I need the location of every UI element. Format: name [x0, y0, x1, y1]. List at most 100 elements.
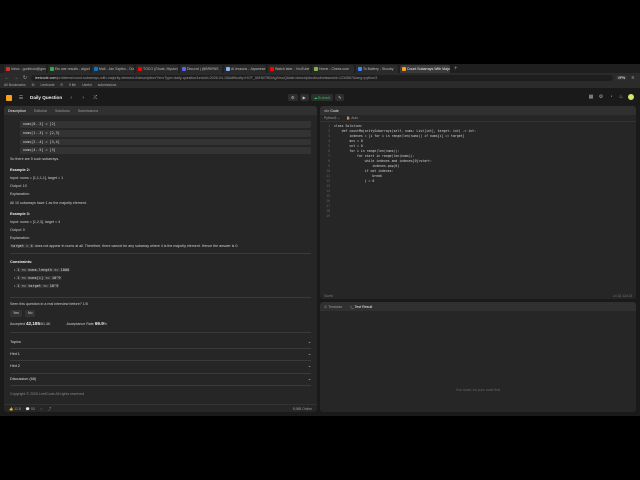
online-count: 8,988 Online — [292, 406, 312, 411]
bookmark-item[interactable]: M — [32, 83, 35, 87]
line-number: 15 — [326, 194, 330, 198]
example2-output: Output: 10 — [10, 184, 27, 189]
result-panel: ☑ Testcase ›_ Test Result You must run y… — [320, 302, 636, 412]
next-problem-icon[interactable]: › — [80, 95, 86, 101]
code-line: class Solution: — [334, 124, 363, 128]
tab-code[interactable]: </> Code — [324, 109, 339, 113]
accepted-label: Accepted — [10, 322, 25, 327]
browser-tab[interactable]: Etc war results - algorithm_p — [48, 64, 90, 73]
tab-label: Home - Chess.com — [319, 66, 349, 71]
browser-tab[interactable]: Discord | @BRIRNS — [180, 64, 222, 73]
tab-submissions[interactable]: Submissions — [78, 109, 98, 113]
code-tab-label: Code — [330, 108, 339, 113]
browser-tab[interactable]: TOCO (Ghost, Mysion) - YouTube — [136, 64, 178, 73]
tab-label: Mail - Jan Szptko - Outlook — [99, 66, 134, 71]
star-icon[interactable]: ☆ — [40, 407, 43, 411]
no-button[interactable]: No — [24, 310, 36, 318]
accordion-topics[interactable]: Topics ⌄ — [10, 337, 311, 350]
copyright: Copyright © 2026 LeetCode All rights res… — [10, 392, 85, 397]
left-tabs: Description Editorial Solutions Submissi… — [4, 106, 317, 115]
tab-editorial[interactable]: Editorial — [34, 109, 47, 113]
reload-icon[interactable]: ↻ — [22, 75, 28, 81]
browser-tab[interactable]: Home - Chess.com — [312, 64, 354, 73]
code-editor[interactable]: 1 class Solution: 2 def countMajoritySubar… — [320, 122, 636, 218]
subarray-line: nums[4..5] = [3] — [20, 147, 311, 155]
tab-description[interactable]: Description — [8, 109, 26, 113]
prev-problem-icon[interactable]: ‹ — [68, 95, 74, 101]
streak-icon[interactable]: ♨ — [618, 94, 624, 100]
language-label: Python3 — [324, 116, 337, 120]
leetcode-logo-icon[interactable] — [6, 94, 12, 101]
back-icon[interactable]: ← — [4, 75, 10, 81]
code-line: for i in range(len(nums)): — [334, 149, 400, 153]
tab-label: Watch later - YouTube — [275, 66, 310, 71]
constraints-heading: Constraints: — [10, 259, 33, 264]
tab-label: Discord | @BRIRNS — [187, 66, 219, 71]
run-button[interactable]: ▶ — [299, 94, 309, 101]
rate-value: 69.9 — [94, 321, 104, 327]
browser-tab[interactable]: AI lessons - Japanese Vocabul — [224, 64, 266, 73]
shuffle-icon[interactable]: ⤮ — [92, 95, 98, 101]
browser-tab[interactable]: Mail - Jan Szptko - Outlook — [92, 64, 134, 73]
debug-button[interactable]: ⚙ — [288, 94, 298, 101]
description-panel: Description Editorial Solutions Submissi… — [4, 106, 317, 412]
bookmark-item[interactable]: Useful — [82, 83, 92, 87]
submit-button[interactable]: ☁ Submit — [310, 94, 334, 101]
forward-icon[interactable]: → — [13, 75, 19, 81]
divider — [10, 297, 311, 299]
code-line: cnt = 0 — [334, 144, 363, 148]
leetcode-navbar: ☰ Daily Question ‹ › ⤮ ⚙ ▶ ☁ Submit ✎ ▦ … — [0, 91, 640, 104]
share-icon[interactable]: ⤴ — [48, 406, 51, 411]
bookmarks-bar: All Bookmarks M Leetcode R 9 life Useful submi… — [0, 82, 640, 88]
auto-toggle[interactable]: 🔒 Auto — [346, 116, 358, 120]
tab-test-result[interactable]: ›_ Test Result — [350, 305, 372, 309]
tab-solutions[interactable]: Solutions — [55, 109, 70, 113]
problem-list-icon[interactable]: ☰ — [18, 95, 24, 101]
code-footer: Saved Ln 14, Col 13 — [320, 292, 636, 299]
language-select[interactable]: Python3 ⌄ — [324, 116, 340, 120]
notifications-icon[interactable]: ◔ — [608, 94, 614, 100]
notes-button[interactable]: ✎ — [335, 94, 345, 101]
chevron-down-icon: ⌄ — [307, 352, 311, 357]
nav-title[interactable]: Daily Question — [30, 95, 62, 100]
settings-icon[interactable]: ⚙ — [598, 94, 604, 100]
accordion-discussion[interactable]: Discussion (68) ⌄ — [10, 374, 311, 387]
new-tab-icon[interactable]: + — [454, 66, 458, 72]
menu-icon[interactable]: ≡ — [630, 75, 636, 81]
like-button[interactable]: 👍 12.8 — [9, 407, 21, 411]
favicon-icon — [138, 66, 142, 71]
bookmark-item[interactable]: submissions — [98, 83, 117, 87]
browser-tab[interactable]: To Battery - Skooby — [356, 64, 398, 73]
divider — [10, 331, 311, 333]
yes-button[interactable]: Yes — [10, 310, 22, 318]
rate-unit: % — [103, 322, 107, 327]
constraint-text: 1 <= target <= 10^9 — [16, 284, 60, 289]
browser-tab[interactable]: Inbox - gunkhosl@gmail.com — [4, 64, 46, 73]
line-number: 5 — [328, 144, 330, 148]
chevron-down-icon: ⌄ — [307, 364, 311, 369]
vpn-badge[interactable]: VPN — [615, 75, 627, 80]
example2-explanation-label: Explanation: — [10, 192, 30, 197]
bookmark-item[interactable]: 9 life — [69, 83, 76, 87]
bookmark-item[interactable]: All Bookmarks — [4, 83, 26, 87]
result-message: You must run your code first — [455, 388, 501, 392]
accordion-hint-1[interactable]: Hint 1 ⌄ — [10, 349, 311, 362]
code-panel: </> Code Python3 ⌄ 🔒 Auto 1 class Solutio… — [320, 106, 636, 299]
line-number: 16 — [326, 199, 330, 203]
comments-button[interactable]: 💬 53 — [26, 407, 35, 411]
tab-testcase[interactable]: ☑ Testcase — [324, 305, 342, 309]
url-input[interactable]: leetcode.com /problems/count-subarrays-w… — [31, 74, 613, 81]
example3-heading: Example 3: — [10, 211, 31, 216]
layout-icon[interactable]: ▦ — [588, 94, 594, 100]
avatar[interactable] — [628, 94, 634, 100]
browser-tab[interactable]: Watch later - YouTube — [268, 64, 310, 73]
accordion-label: Hint 1 — [10, 352, 20, 357]
accordion-hint-2[interactable]: Hint 2 ⌄ — [10, 361, 311, 374]
browser-window: Inbox - gunkhosl@gmail.com Etc war result… — [0, 64, 640, 416]
favicon-icon — [402, 66, 406, 71]
accepted-value: 42,185 — [25, 321, 41, 327]
line-number: 12 — [326, 179, 330, 183]
bookmark-item[interactable]: R — [60, 83, 62, 87]
bookmark-item[interactable]: Leetcode — [41, 83, 55, 87]
browser-tab[interactable]: Count Subarrays With Majority — [400, 64, 450, 73]
